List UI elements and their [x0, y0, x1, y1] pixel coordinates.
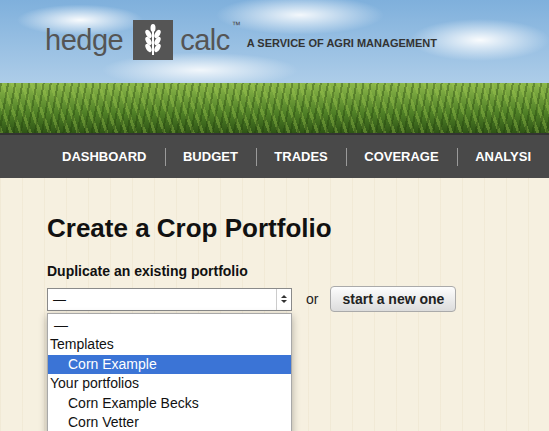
nav-item[interactable]: COVERAGE [346, 149, 456, 164]
nav-item[interactable]: BUDGET [165, 149, 256, 164]
nav-item[interactable]: TRADES [256, 149, 345, 164]
nav-separator [457, 148, 458, 166]
dropdown-option[interactable]: Corn Example Becks [48, 394, 291, 414]
dropdown-option[interactable]: — [48, 316, 291, 336]
trademark: ™ [232, 20, 241, 30]
dropdown-option[interactable]: Corn Vetter [48, 413, 291, 431]
wheat-icon [133, 20, 173, 60]
start-new-button[interactable]: start a new one [330, 286, 456, 312]
dropdown-list: —TemplatesCorn ExampleYour portfoliosCor… [47, 313, 292, 431]
nav-bar: DASHBOARDBUDGETTRADESCOVERAGEANALYSI [0, 133, 549, 178]
nav-item[interactable]: DASHBOARD [44, 149, 165, 164]
logo-right: calc [180, 24, 230, 57]
banner: hedge calc™ A SERVICE OF AGRI MANAGEMENT [0, 0, 549, 133]
portfolio-select-wrap: ——TemplatesCorn ExampleYour portfoliosCo… [47, 288, 292, 311]
or-text: or [306, 291, 318, 307]
dropdown-option[interactable]: Corn Example [48, 355, 291, 375]
logo-left: hedge [45, 24, 123, 57]
nav-separator [165, 148, 166, 166]
duplicate-label: Duplicate an existing portfolio [47, 262, 549, 280]
nav-separator [346, 148, 347, 166]
page-title: Create a Crop Portfolio [47, 212, 549, 244]
duplicate-row: ——TemplatesCorn ExampleYour portfoliosCo… [47, 286, 549, 312]
portfolio-select[interactable]: — [47, 288, 292, 311]
logo[interactable]: hedge calc™ A SERVICE OF AGRI MANAGEMENT [45, 20, 437, 60]
corn-photo [0, 83, 549, 133]
nav-separator [256, 148, 257, 166]
select-value: — [53, 292, 66, 307]
page: hedge calc™ A SERVICE OF AGRI MANAGEMENT DA… [0, 0, 549, 431]
dropdown-group: Templates [48, 335, 291, 355]
dropdown-arrow-icon [276, 289, 291, 310]
tagline: A SERVICE OF AGRI MANAGEMENT [247, 37, 437, 49]
dropdown-group: Your portfolios [48, 374, 291, 394]
nav-item[interactable]: ANALYSI [457, 149, 549, 164]
content: Create a Crop Portfolio Duplicate an exis… [0, 178, 549, 431]
